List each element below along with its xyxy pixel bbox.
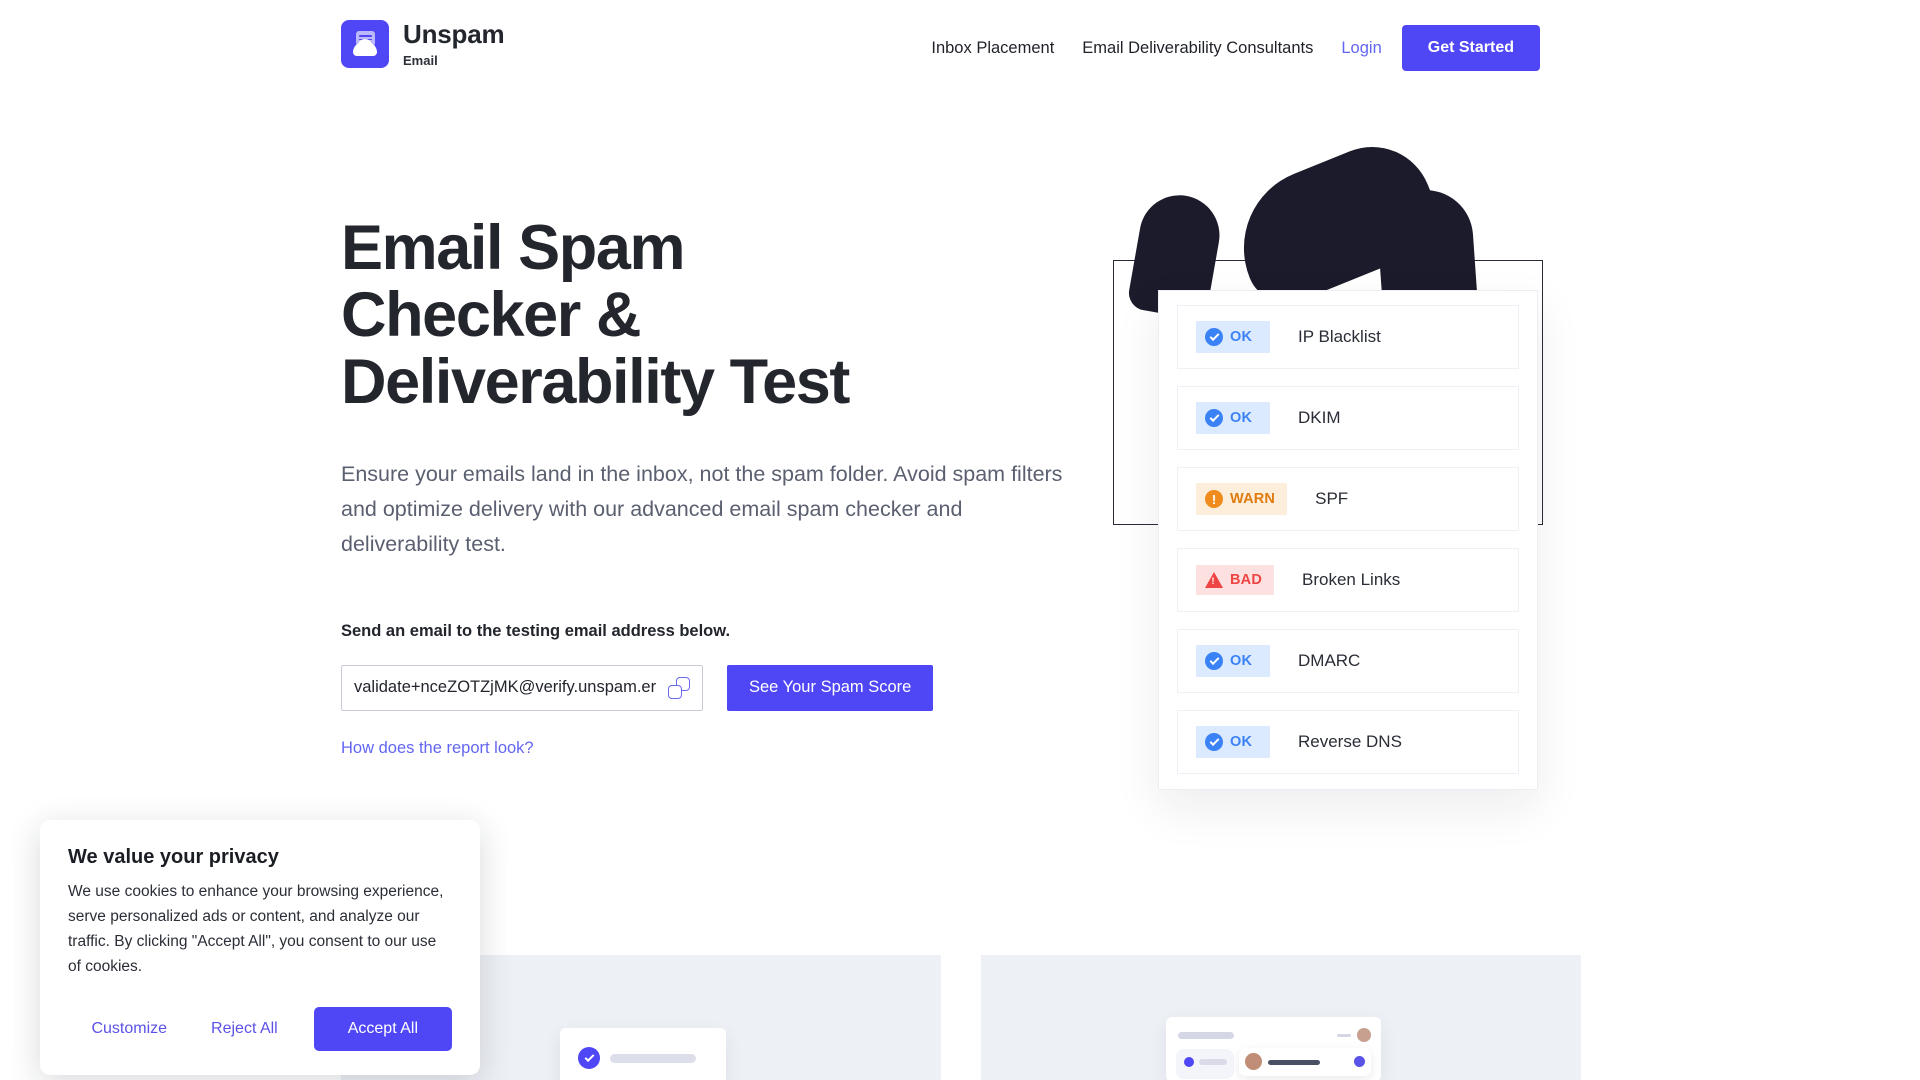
status-badge-label: OK bbox=[1230, 410, 1253, 426]
feature-mock-card-right bbox=[1166, 1017, 1381, 1080]
status-badge: BAD bbox=[1196, 565, 1275, 595]
nav-inbox-placement[interactable]: Inbox Placement bbox=[931, 39, 1054, 58]
testing-email-value: validate+nceZOTZjMK@verify.unspam.er bbox=[354, 678, 657, 697]
login-link[interactable]: Login bbox=[1341, 39, 1381, 58]
page-title: Email Spam Checker & Deliverability Test bbox=[341, 215, 1101, 415]
form-hint: Send an email to the testing email addre… bbox=[341, 621, 731, 640]
placeholder-avatar bbox=[1245, 1053, 1262, 1070]
placeholder-bar bbox=[1268, 1060, 1320, 1065]
accept-all-button[interactable]: Accept All bbox=[313, 1007, 452, 1052]
hero-section: Email Spam Checker & Deliverability Test… bbox=[341, 215, 1101, 758]
site-header: Unspam Email Inbox Placement Email Deliv… bbox=[0, 0, 1920, 100]
status-badge-label: OK bbox=[1230, 329, 1253, 345]
result-row: BAD Broken Links bbox=[1177, 548, 1519, 612]
status-badge-label: WARN bbox=[1230, 491, 1276, 507]
placeholder-bar bbox=[610, 1054, 696, 1063]
landing-page: Unspam Email Inbox Placement Email Deliv… bbox=[0, 0, 1920, 1080]
hero-title-line-1: Email Spam bbox=[341, 213, 686, 283]
cookie-consent-banner: We value your privacy We use cookies to … bbox=[40, 820, 480, 1076]
status-badge-label: OK bbox=[1230, 734, 1253, 750]
placeholder-bar bbox=[1337, 1034, 1351, 1037]
spam-test-form: validate+nceZOTZjMK@verify.unspam.er See… bbox=[341, 664, 1101, 711]
exclamation-circle-icon: ! bbox=[1205, 490, 1223, 508]
status-badge: OK bbox=[1196, 645, 1270, 677]
result-row: OK Reverse DNS bbox=[1177, 710, 1519, 774]
result-row: OK DMARC bbox=[1177, 629, 1519, 693]
result-check-name: IP Blacklist bbox=[1298, 327, 1381, 346]
reject-all-button[interactable]: Reject All bbox=[189, 1008, 300, 1050]
hero-title-line-2: Checker & bbox=[341, 279, 641, 350]
nav-email-deliverability-consultants[interactable]: Email Deliverability Consultants bbox=[1082, 39, 1313, 58]
check-circle-icon bbox=[578, 1047, 600, 1069]
testing-email-field[interactable]: validate+nceZOTZjMK@verify.unspam.er bbox=[341, 664, 703, 711]
feature-mock-card-left bbox=[560, 1028, 726, 1080]
status-badge: OK bbox=[1196, 726, 1270, 758]
result-check-name: DKIM bbox=[1298, 408, 1341, 427]
placeholder-row-card bbox=[1239, 1048, 1371, 1076]
result-check-name: DMARC bbox=[1298, 651, 1361, 670]
check-circle-icon bbox=[1205, 328, 1223, 346]
cookie-banner-title: We value your privacy bbox=[68, 846, 279, 868]
result-row: ! WARN SPF bbox=[1177, 467, 1519, 531]
status-badge: OK bbox=[1196, 321, 1270, 353]
main-nav: Inbox Placement Email Deliverability Con… bbox=[931, 25, 1920, 71]
placeholder-avatar bbox=[1357, 1028, 1371, 1042]
status-badge-label: BAD bbox=[1230, 572, 1263, 588]
status-badge: OK bbox=[1196, 402, 1270, 434]
result-check-name: Broken Links bbox=[1302, 570, 1401, 589]
hero-subtitle: Ensure your emails land in the inbox, no… bbox=[341, 462, 1063, 556]
result-row: OK IP Blacklist bbox=[1177, 305, 1519, 369]
hero-title-line-3: Deliverability Test bbox=[341, 346, 850, 417]
logo-icon bbox=[341, 20, 389, 68]
status-badge-label: OK bbox=[1230, 653, 1253, 669]
result-check-name: SPF bbox=[1315, 489, 1349, 508]
brand-logo[interactable]: Unspam Email bbox=[341, 19, 505, 68]
brand-subtitle: Email bbox=[403, 52, 438, 68]
check-badge-icon bbox=[1354, 1056, 1365, 1067]
see-spam-score-button[interactable]: See Your Spam Score bbox=[727, 664, 934, 711]
hero-illustration: OK IP Blacklist OK DKIM! WARN SPF BAD Broken Li… bbox=[1090, 128, 1610, 820]
check-circle-icon bbox=[1205, 409, 1223, 427]
placeholder-panel bbox=[1176, 1049, 1234, 1079]
get-started-button[interactable]: Get Started bbox=[1401, 25, 1540, 71]
check-circle-icon bbox=[1205, 652, 1223, 670]
spam-check-results-card: OK IP Blacklist OK DKIM! WARN SPF BAD Broken Li… bbox=[1158, 290, 1538, 790]
envelope-icon bbox=[353, 42, 377, 56]
status-badge: ! WARN bbox=[1196, 483, 1288, 515]
feature-panel-right bbox=[981, 955, 1581, 1080]
cookie-banner-actions: Customize Reject All Accept All bbox=[68, 1007, 452, 1052]
copy-icon[interactable] bbox=[668, 676, 690, 699]
customize-button[interactable]: Customize bbox=[69, 1008, 189, 1050]
how-does-report-look-link[interactable]: How does the report look? bbox=[341, 739, 534, 758]
brand-name: Unspam bbox=[403, 19, 505, 50]
result-row: OK DKIM bbox=[1177, 386, 1519, 450]
cookie-banner-body: We use cookies to enhance your browsing … bbox=[68, 883, 444, 976]
result-check-name: Reverse DNS bbox=[1298, 732, 1402, 751]
placeholder-bar bbox=[1178, 1032, 1234, 1039]
check-circle-icon bbox=[1205, 733, 1223, 751]
